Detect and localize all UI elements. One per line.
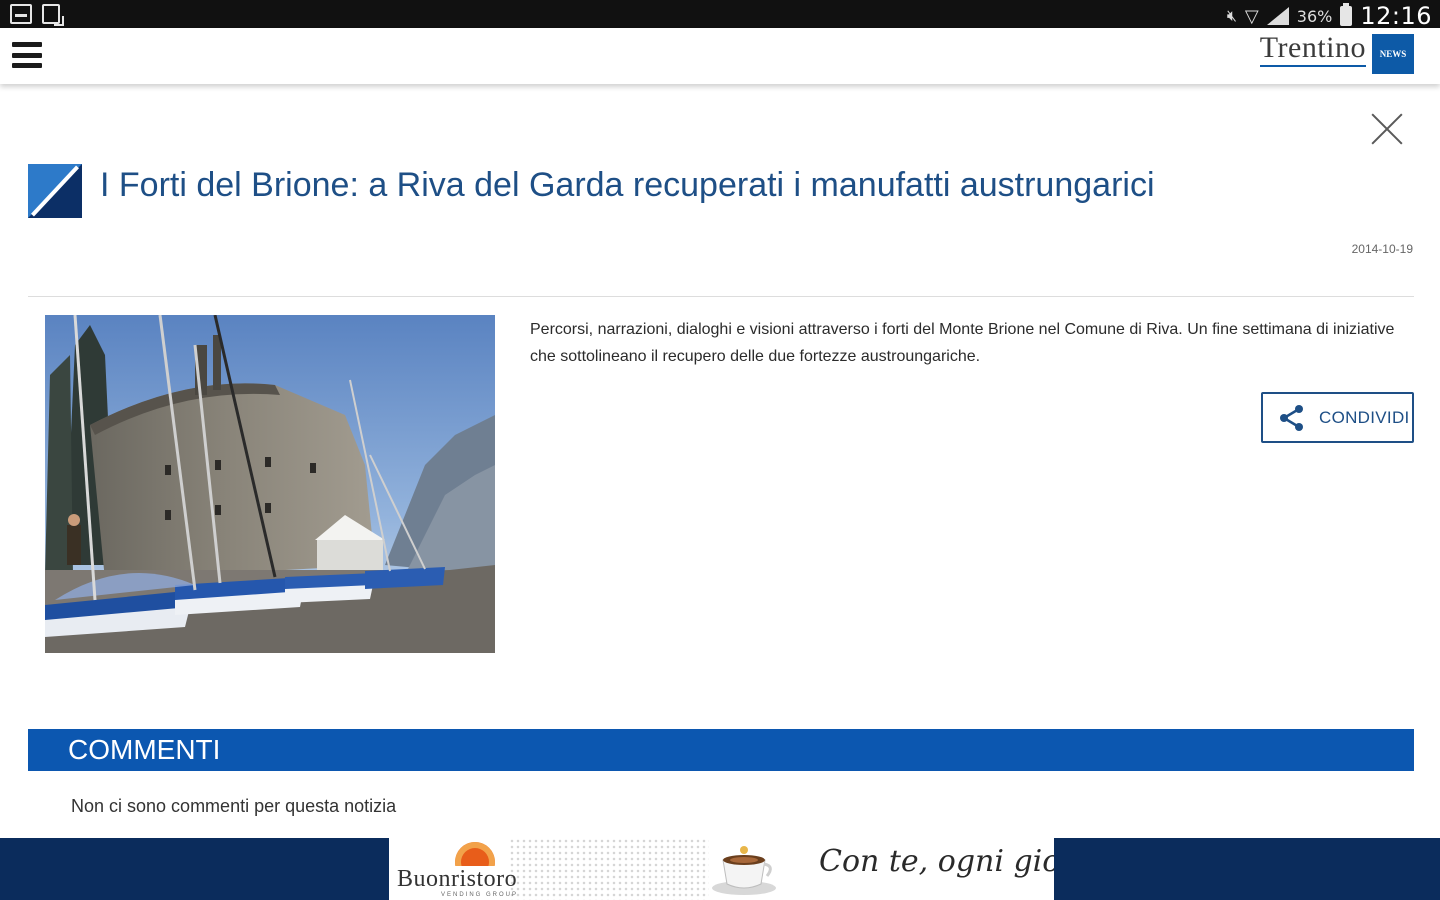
close-icon[interactable] [1370,112,1404,146]
document-notification-icon [42,4,64,26]
status-bar: 🔇︎ ▽ 36% 12:16 [0,0,1440,30]
article-lead: Percorsi, narrazioni, dialoghi e visioni… [530,321,1395,365]
buonristoro-logo-icon [455,842,495,866]
app-bar: Trentino NEWS [0,28,1440,84]
brand-news-badge: NEWS [1372,34,1414,74]
battery-icon [1340,3,1353,26]
hamburger-menu-icon[interactable] [12,40,42,70]
article-section-icon [28,164,82,218]
signal-icon [1266,7,1289,25]
ad-brand-name: Buonristoro [397,866,518,892]
ad-dot-pattern [509,838,709,900]
coffee-cup-icon [712,846,776,895]
brand-name: Trentino [1259,33,1366,67]
article-date: 2014-10-19 [1351,242,1413,256]
ad-slogan: Con te, ogni giorno [819,844,1054,879]
status-indicators: 🔇︎ ▽ 36% 12:16 [1227,2,1432,30]
ad-brand-subtitle: VENDING GROUP [441,892,519,898]
mute-icon: 🔇︎ [1226,6,1237,25]
article-photo[interactable] [45,315,495,653]
battery-percent: 36% [1296,6,1333,26]
status-notifications [10,4,64,26]
article-title: I Forti del Brione: a Riva del Garda rec… [100,166,1155,204]
share-icon [1280,404,1303,431]
comments-header: COMMENTI [28,729,1414,771]
share-button-label: CONDIVIDI [1319,407,1410,427]
share-button[interactable]: CONDIVIDI [1261,392,1414,443]
divider [28,296,1414,297]
wifi-icon: ▽ [1244,5,1259,27]
ad-content[interactable]: Buonristoro VENDING GROUP Con te, ogni g… [389,838,1054,900]
ad-banner[interactable]: Buonristoro VENDING GROUP Con te, ogni g… [0,838,1440,900]
gallery-notification-icon [10,4,32,24]
brand-logo[interactable]: Trentino NEWS [1259,33,1414,76]
comments-empty-message: Non ci sono commenti per questa notizia [71,796,397,816]
fortress-photo-illustration [45,315,495,653]
comments-title: COMMENTI [68,734,221,765]
clock: 12:16 [1360,2,1432,30]
